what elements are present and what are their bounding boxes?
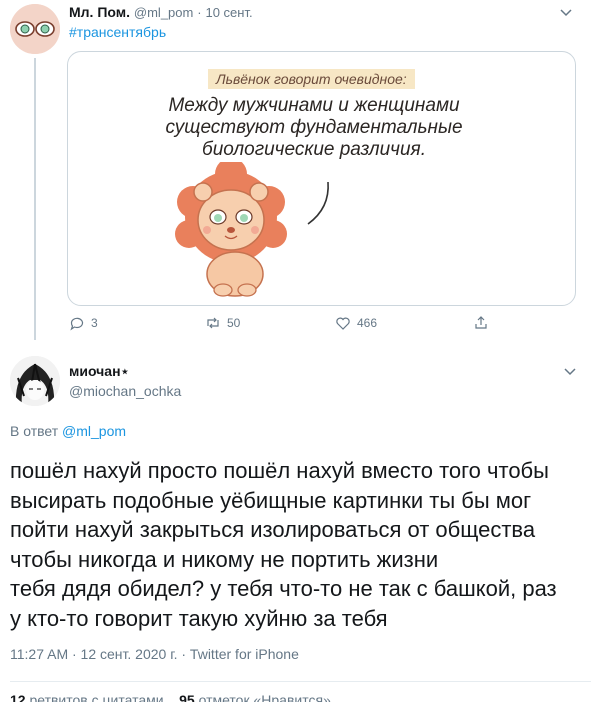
reply-mention-link[interactable]: @ml_pom [62, 423, 126, 439]
author-handle[interactable]: @miochan_ochka [69, 383, 181, 399]
tweet-actions: 3 50 466 [69, 315, 509, 335]
reply-action[interactable]: 3 [69, 315, 98, 331]
thread-line [34, 58, 36, 340]
chevron-down-icon[interactable] [562, 363, 578, 379]
likes-count[interactable]: 95 [179, 692, 195, 702]
tweet-header: Мл. Пом. @ml_pom · 10 сент. [69, 4, 253, 20]
image-text-line: существуют фундаментальные [165, 117, 463, 138]
tweet-text-line: у кто-то говорит такую хуйню за тебя [10, 605, 388, 631]
author-handle[interactable]: @ml_pom [134, 5, 193, 20]
avatar[interactable] [10, 356, 60, 406]
image-text-line: Между мужчинами и женщинами [168, 95, 460, 116]
quote-retweets-label[interactable]: ретвитов с цитатами [29, 692, 163, 702]
tweet-text-line: высирать подобные уёбищные картинки ты б… [10, 487, 532, 513]
avatar[interactable] [10, 4, 60, 54]
tweet-text-line: чтобы никогда и никому не портить жизни [10, 546, 439, 572]
retweet-icon [207, 317, 219, 329]
tweet-timestamp[interactable]: 11:27 AM · 12 сент. 2020 г. · Twitter fo… [10, 646, 299, 662]
tweet-image-card[interactable]: Львёнок говорит очевидное: Между мужчина… [67, 51, 576, 306]
quote-retweets-count[interactable]: 12 [10, 692, 26, 702]
retweet-count: 50 [227, 316, 241, 330]
image-caption: Львёнок говорит очевидное: [208, 69, 415, 89]
hashtag-link[interactable]: #трансентябрь [69, 24, 166, 40]
author-name[interactable]: Мл. Пом. [69, 4, 130, 20]
like-icon [336, 317, 350, 330]
anime-avatar-icon [10, 356, 60, 406]
separator: · [197, 5, 202, 20]
like-action[interactable]: 466 [335, 315, 377, 331]
chevron-down-icon[interactable] [558, 4, 574, 20]
divider [10, 681, 591, 682]
like-count: 466 [357, 316, 378, 330]
tweet-stats: 12 ретвитов с цитатами 95 отметок «Нрави… [10, 692, 331, 702]
avatar-eyes-icon [10, 4, 60, 54]
image-text-line: биологические различия. [202, 139, 426, 160]
quoted-tweet[interactable]: Мл. Пом. @ml_pom · 10 сент. #трансентябр… [0, 0, 601, 345]
tweet-date[interactable]: 10 сент. [205, 5, 252, 20]
image-text: Между мужчинами и женщинами существуют ф… [164, 95, 464, 161]
share-icon [475, 316, 487, 329]
reply-prefix: В ответ [10, 423, 59, 439]
speech-tail-icon [307, 181, 329, 225]
reply-context: В ответ @ml_pom [10, 423, 126, 439]
tweet-text: пошёл нахуй просто пошёл нахуй вместо то… [10, 456, 590, 633]
retweet-action[interactable]: 50 [205, 315, 240, 331]
tweet-text-line: тебя дядя обидел? у тебя что-то не так с… [10, 576, 557, 601]
likes-label[interactable]: отметок «Нравится» [199, 692, 331, 702]
reply-count: 3 [91, 316, 98, 330]
lion-cub-illustration [175, 162, 287, 297]
author-name[interactable]: миочан⋆ [69, 363, 129, 380]
share-action[interactable] [473, 315, 489, 331]
tweet-text-line: пойти нахуй закрыться изолироваться от о… [10, 517, 536, 542]
reply-icon [70, 317, 84, 331]
tweet-text-line: пошёл нахуй просто пошёл нахуй вместо то… [10, 458, 549, 483]
